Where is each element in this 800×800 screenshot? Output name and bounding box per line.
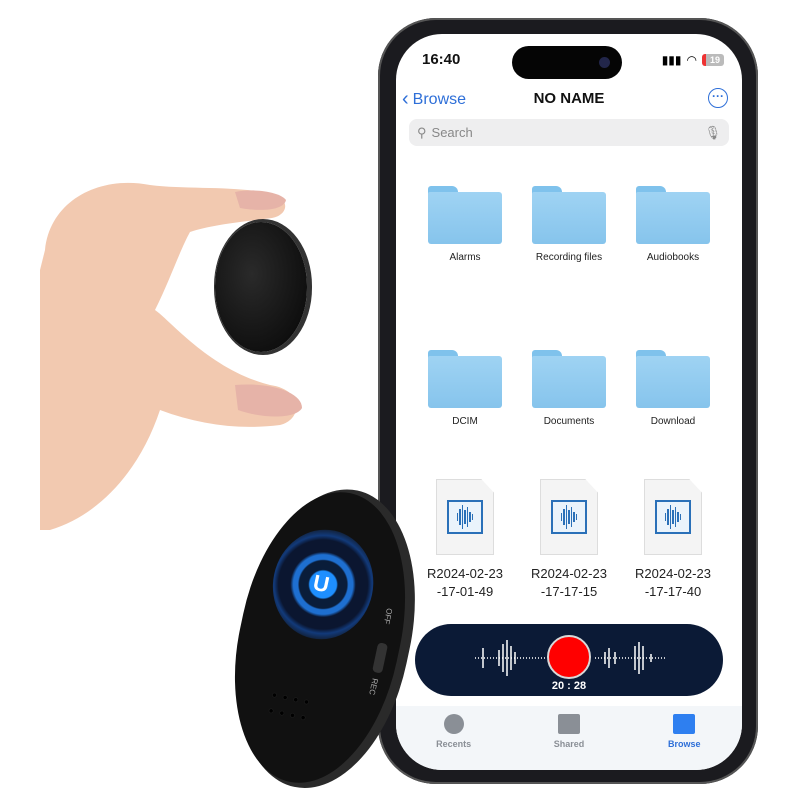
wifi-icon: ◠ [686,53,697,67]
signal-icon: ▮▮▮ [661,53,682,67]
tab-label: Recents [436,739,472,749]
folder-item[interactable]: Download [621,350,725,427]
phone-screen: 16:40 ▮▮▮ ◠ 19 ‹ Browse NO NAME ··· ⚲ Sea… [396,34,742,770]
search-icon: ⚲ [417,124,427,140]
shared-folder-icon [557,714,580,734]
tab-recents[interactable]: Recents [414,714,494,770]
folder-item[interactable]: DCIM [413,350,517,427]
audio-file-icon [540,479,598,555]
folder-label: Recording files [535,252,603,263]
folder-label: Alarms [449,252,481,263]
folder-icon [428,350,502,408]
rec-switch-label: REC [367,677,380,696]
hand-image [40,170,320,530]
record-button[interactable] [547,635,591,679]
search-placeholder: Search [431,125,473,140]
folder-label: DCIM [452,416,478,427]
audio-file-icon [436,479,494,555]
audio-file-icon [644,479,702,555]
file-name-suffix: -17-17-15 [540,584,598,599]
status-icons: ▮▮▮ ◠ 19 [662,53,724,67]
folder-icon [532,186,606,244]
folder-label: Download [650,416,696,427]
folder-label: Audiobooks [646,252,700,263]
folder-icon [428,186,502,244]
clock-icon [443,714,464,734]
page-title: NO NAME [533,90,605,107]
battery-icon: 19 [702,54,724,66]
folder-icon [673,714,696,734]
small-recorder-device [215,222,307,352]
folder-label: Documents [543,416,595,427]
file-name: R2024-02-23 [427,566,503,581]
folder-icon [532,350,606,408]
folder-grid: Alarms Recording files Audiobooks DCIM D… [413,186,725,427]
file-name-suffix: -17-17-40 [644,584,702,599]
folder-icon [636,350,710,408]
file-name: R2024-02-23 [635,566,711,581]
tab-browse[interactable]: Browse [644,714,724,770]
tab-label: Shared [553,739,585,749]
audio-file-item[interactable]: R2024-02-23 -17-01-49 [413,479,517,601]
tab-bar: Recents Shared Browse [396,706,742,770]
dynamic-island [512,46,622,79]
microphone-icon[interactable]: 🎙︎ [704,125,721,141]
folder-item[interactable]: Audiobooks [621,186,725,263]
folder-item[interactable]: Recording files [517,186,621,263]
audio-file-item[interactable]: R2024-02-23 -17-17-40 [621,479,725,601]
search-input[interactable]: ⚲ Search 🎙︎ [409,119,729,146]
folder-item[interactable]: Alarms [413,186,517,263]
status-time: 16:40 [422,51,461,68]
file-name: R2024-02-23 [531,566,607,581]
more-options-icon[interactable]: ··· [708,88,728,108]
power-switch-label: OFF [381,607,394,625]
tab-label: Browse [668,739,701,749]
recording-timer: 20 : 28 [551,680,587,692]
file-grid: R2024-02-23 -17-01-49 R2024-02-23 -17-17-1… [413,479,725,601]
folder-item[interactable]: Documents [517,350,621,427]
recording-bar: 20 : 28 [415,624,723,696]
file-name-suffix: -17-01-49 [436,584,494,599]
folder-icon [636,186,710,244]
tab-shared[interactable]: Shared [529,714,609,770]
speaker-holes: •••• •••• [267,686,317,727]
audio-file-item[interactable]: R2024-02-23 -17-17-15 [517,479,621,601]
mode-switch [372,642,389,674]
camera-icon [599,57,610,68]
